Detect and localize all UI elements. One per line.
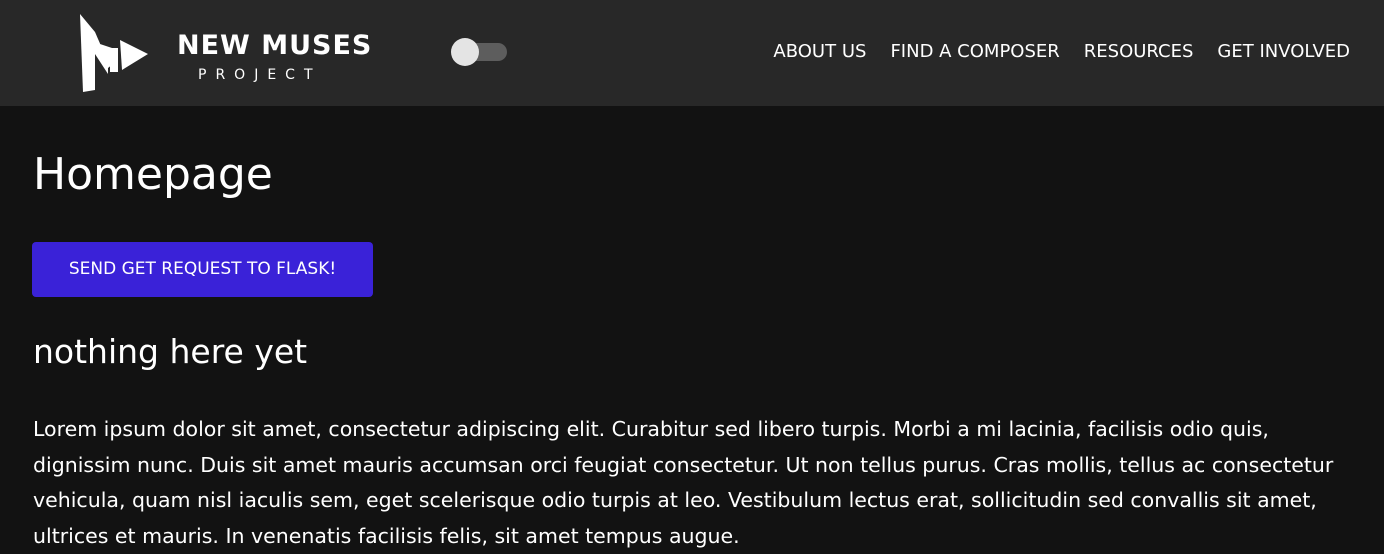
- nav-link-about-us[interactable]: ABOUT US: [773, 38, 866, 66]
- nav-link-resources[interactable]: RESOURCES: [1084, 38, 1194, 66]
- theme-toggle[interactable]: [451, 38, 507, 66]
- nm-logo-icon: [80, 14, 148, 92]
- page-title: Homepage: [33, 149, 273, 200]
- body-paragraph: Lorem ipsum dolor sit amet, consectetur …: [33, 417, 1334, 548]
- logo-title: NEW MUSES: [177, 30, 373, 61]
- main-nav: ABOUT US FIND A COMPOSER RESOURCES GET I…: [773, 38, 1350, 66]
- toggle-knob: [451, 38, 479, 66]
- logo-subtitle: PROJECT: [198, 67, 322, 83]
- nav-link-find-a-composer[interactable]: FIND A COMPOSER: [890, 38, 1059, 66]
- nav-link-get-involved[interactable]: GET INVOLVED: [1217, 38, 1350, 66]
- section-heading: nothing here yet: [33, 332, 308, 371]
- site-logo[interactable]: NEW MUSES PROJECT: [78, 12, 378, 94]
- send-get-request-button[interactable]: SEND GET REQUEST TO FLASK!: [32, 242, 373, 297]
- top-navbar: NEW MUSES PROJECT ABOUT US FIND A COMPOS…: [0, 0, 1384, 106]
